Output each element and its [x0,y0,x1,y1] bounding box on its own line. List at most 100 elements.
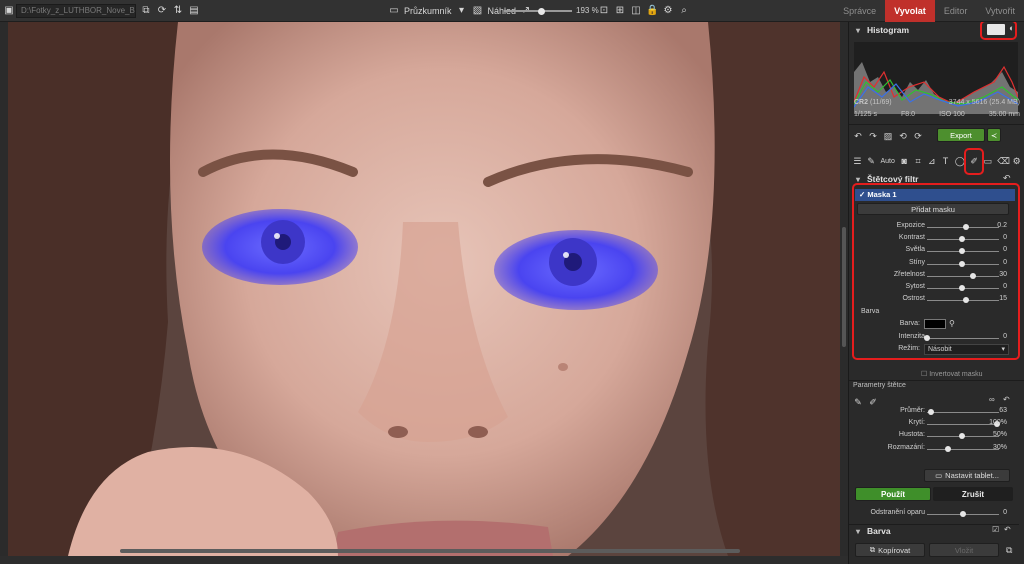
tablet-settings-button[interactable]: ▭ Nastavit tablet... [924,469,1010,482]
exif-aperture: F8.0 [901,111,916,118]
blend-mode-select[interactable]: Násobit ▾ [924,344,1009,355]
browser-icon: ▭ [389,5,399,16]
mask-slider-row: Stíny 0 [849,258,1024,270]
file-dimensions: 3744 x 5616 (25.4 MB) [948,99,1020,106]
settings-icon[interactable]: ⚙ [662,5,674,17]
text-icon[interactable]: T [941,156,950,166]
auto-button[interactable]: Auto [880,158,894,165]
apply-button[interactable]: Použít [855,487,931,501]
mask-slider-value: 0.2 [997,222,1007,229]
refresh-icon[interactable]: ⟳ [156,5,168,17]
mask-slider-label: Světla [905,246,925,254]
highlight-histogram-mode [980,22,1017,40]
browser-dropdown[interactable]: Průzkumník [404,6,452,16]
mask-slider-knob[interactable] [962,297,969,304]
magic-wand-icon[interactable]: ✎ [867,156,876,167]
mask-slider-knob[interactable] [959,260,965,267]
fill-icon[interactable]: ⊞ [614,5,626,17]
section-reset-icon[interactable]: ↶ [1004,525,1011,534]
add-mask-button[interactable]: Přidat masku [857,203,1009,215]
image-icon[interactable]: ▨ [883,131,893,142]
mask-slider-value: 30 [999,270,1007,278]
eraser-icon[interactable]: ⌫ [997,156,1010,167]
dehaze-knob[interactable] [960,511,966,517]
eyedropper-icon[interactable]: ⚲ [949,319,955,328]
mask-slider-value: 0 [1003,234,1007,242]
rotate-right-icon[interactable]: ⟳ [913,131,923,142]
mask-slider-knob[interactable] [959,236,965,243]
duplicate-icon[interactable]: ⧉ [1006,545,1012,556]
mode-tabs: Správce Vyvolat Editor Vytvořit [834,0,1024,22]
brush-slider-label: Rozmazání: [887,443,925,451]
section-check-icon[interactable]: ☑ [992,525,999,534]
mask-slider-track[interactable] [927,275,999,277]
gradient-icon[interactable]: ▭ [984,156,993,167]
top-toolbar: ▣ D:\Fotky_z_LUTHBOR_Nove_Barbie ⧉ ⟳ ⇅ ▤… [0,0,1024,22]
canvas-vertical-scrollbar[interactable] [841,22,847,556]
tab-editor[interactable]: Editor [935,0,977,22]
check-icon[interactable]: ✓ [859,190,865,199]
magnifier-icon[interactable]: ⌕ [678,5,690,17]
copy-icon: ⧉ [869,545,876,554]
fit-icon[interactable]: ⊡ [598,5,610,17]
exif-iso: ISO 100 [939,111,965,118]
mask-slider-label: Expozice [896,222,925,229]
zoom-slider-knob[interactable] [538,8,545,15]
mask-slider-value: 0 [1003,258,1007,266]
mask-slider-label: Zřetelnost [893,270,925,278]
crop-icon[interactable]: ⌗ [914,156,923,167]
develop-panel: Histogram ◐ CR2 (11/69) 3744 x 5616 (25.… [848,22,1024,564]
brush-slider-knob[interactable] [945,445,951,452]
undo-icon[interactable]: ↶ [853,131,863,142]
mask-slider-row: Expozice 0.2 [849,221,1024,233]
brush-slider-label: Krytí: [908,419,925,427]
export-button[interactable]: Export [937,128,985,142]
link-icon[interactable]: ∞ [989,395,995,404]
invert-mask-checkbox[interactable]: ☐ Invertovat masku [921,370,983,378]
rotate-left-icon[interactable]: ⟲ [898,131,908,142]
mode-row: Režim: Násobit ▾ [849,344,1024,356]
perspective-icon[interactable]: ⊿ [927,156,936,167]
mask-slider-row: Zřetelnost 30 [849,270,1024,282]
new-folder-icon[interactable]: ▤ [188,5,200,17]
camera-icon[interactable]: ◙ [900,156,909,166]
chevron-down-icon[interactable]: ▾ [456,5,468,17]
copy-button[interactable]: ⧉ Kopírovat [855,543,925,557]
cancel-button[interactable]: Zrušit [933,487,1013,501]
gear-icon[interactable]: ⚙ [1012,156,1021,167]
color-section-label: Barva [861,308,880,315]
share-icon[interactable]: ≺ [987,128,1001,142]
mask-item[interactable]: ✓ Maska 1 [855,189,1015,201]
photo-canvas[interactable] [8,22,840,556]
mask-slider-knob[interactable] [959,285,965,291]
mask-slider-knob[interactable] [959,248,965,255]
brush-slider-knob[interactable] [927,409,934,415]
brush-slider-knob[interactable] [959,433,965,440]
copy-icon[interactable]: ⧉ [140,5,152,17]
brush-slider-row: Krytí: 100% [849,418,1024,430]
folder-icon[interactable]: ▣ [3,5,15,17]
intensity-knob[interactable] [924,335,930,341]
canvas-horizontal-scrollbar[interactable] [120,549,740,553]
redo-icon[interactable]: ↷ [868,131,878,142]
brush-slider-track[interactable] [927,448,999,450]
brush-slider-value: 63 [999,407,1007,414]
brush-reset-icon[interactable]: ↶ [1003,395,1010,404]
path-field[interactable]: D:\Fotky_z_LUTHBOR_Nove_Barbie [16,4,136,18]
mask-slider-knob[interactable] [962,224,969,230]
mask-slider-label: Stíny [909,258,925,266]
lock-icon[interactable]: 🔒 [646,5,658,17]
paste-button[interactable]: Vložit [929,543,999,557]
color-swatch[interactable] [924,319,946,329]
sort-icon[interactable]: ⇅ [172,5,184,17]
brush-slider-row: Průměr: 63 [849,406,1024,418]
tab-vytvorit[interactable]: Vytvořit [976,0,1024,22]
tab-spravce[interactable]: Správce [834,0,885,22]
compare-icon[interactable]: ◫ [630,5,642,17]
intensity-track[interactable] [927,338,999,339]
tab-vyvolat[interactable]: Vyvolat [885,0,935,22]
adjustments-icon[interactable]: ☰ [853,156,862,167]
brush-slider-track[interactable] [927,412,999,413]
mask-slider-knob[interactable] [969,272,976,279]
brush-slider-label: Průměr: [900,407,925,414]
